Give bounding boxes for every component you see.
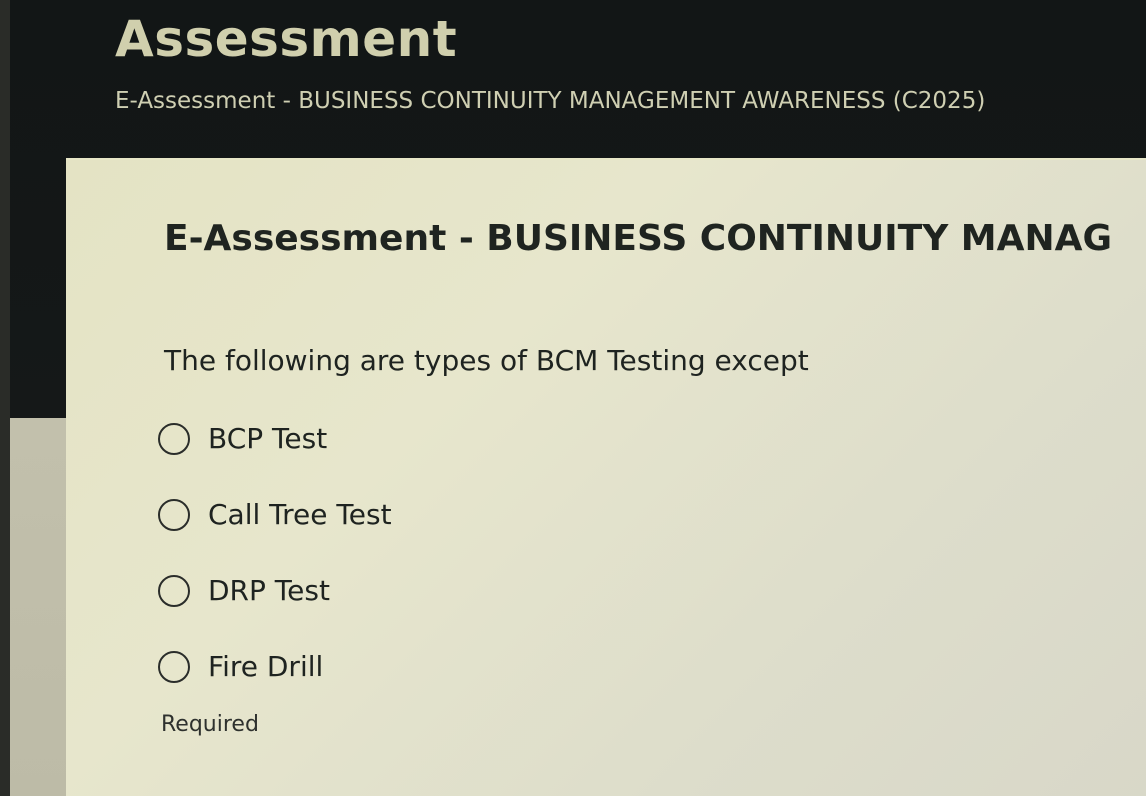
option-label: Fire Drill xyxy=(208,650,324,683)
required-label: Required xyxy=(161,712,259,737)
radio-button[interactable] xyxy=(158,498,190,531)
left-edge xyxy=(0,0,10,796)
assessment-subtitle: E-Assessment - BUSINESS CONTINUITY MANAG… xyxy=(115,88,986,114)
radio-button[interactable] xyxy=(158,574,190,607)
card-title: E-Assessment - BUSINESS CONTINUITY MANAG xyxy=(164,218,1113,259)
radio-button[interactable] xyxy=(158,650,190,683)
page-background-left xyxy=(10,418,66,796)
option-drp-test[interactable]: DRP Test xyxy=(158,574,330,607)
question-text: The following are types of BCM Testing e… xyxy=(164,344,809,377)
question-card: E-Assessment - BUSINESS CONTINUITY MANAG… xyxy=(66,158,1146,796)
option-bcp-test[interactable]: BCP Test xyxy=(158,422,327,455)
page-title: Assessment xyxy=(115,10,458,68)
option-label: Call Tree Test xyxy=(208,498,392,531)
option-label: BCP Test xyxy=(208,422,328,455)
option-label: DRP Test xyxy=(208,574,330,607)
option-call-tree-test[interactable]: Call Tree Test xyxy=(158,498,392,531)
option-fire-drill[interactable]: Fire Drill xyxy=(158,650,323,683)
radio-button[interactable] xyxy=(158,422,190,455)
assessment-page: Assessment E-Assessment - BUSINESS CONTI… xyxy=(0,0,1146,796)
